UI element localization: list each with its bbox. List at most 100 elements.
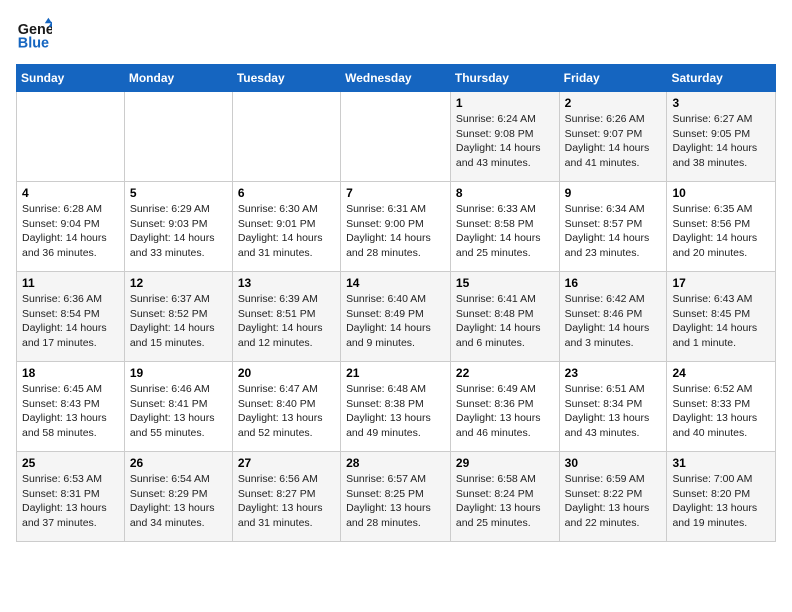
day-of-week-header: Sunday xyxy=(17,65,125,92)
day-number: 9 xyxy=(565,186,662,200)
day-number: 25 xyxy=(22,456,119,470)
calendar-week-row: 1 Sunrise: 6:24 AM Sunset: 9:08 PM Daylig… xyxy=(17,92,776,182)
calendar-week-row: 18 Sunrise: 6:45 AM Sunset: 8:43 PM Dayli… xyxy=(17,362,776,452)
day-of-week-header: Friday xyxy=(559,65,667,92)
day-number: 4 xyxy=(22,186,119,200)
day-number: 11 xyxy=(22,276,119,290)
day-info: Sunrise: 6:37 AM Sunset: 8:52 PM Dayligh… xyxy=(130,292,227,351)
calendar-cell: 29 Sunrise: 6:58 AM Sunset: 8:24 PM Dayli… xyxy=(450,452,559,542)
calendar-cell: 28 Sunrise: 6:57 AM Sunset: 8:25 PM Dayli… xyxy=(341,452,451,542)
day-info: Sunrise: 6:43 AM Sunset: 8:45 PM Dayligh… xyxy=(672,292,770,351)
calendar-cell: 2 Sunrise: 6:26 AM Sunset: 9:07 PM Daylig… xyxy=(559,92,667,182)
day-info: Sunrise: 6:35 AM Sunset: 8:56 PM Dayligh… xyxy=(672,202,770,261)
day-number: 29 xyxy=(456,456,554,470)
day-of-week-header: Tuesday xyxy=(232,65,340,92)
day-info: Sunrise: 7:00 AM Sunset: 8:20 PM Dayligh… xyxy=(672,472,770,531)
day-number: 7 xyxy=(346,186,445,200)
day-number: 23 xyxy=(565,366,662,380)
calendar-cell: 31 Sunrise: 7:00 AM Sunset: 8:20 PM Dayli… xyxy=(667,452,776,542)
calendar-cell xyxy=(124,92,232,182)
day-number: 19 xyxy=(130,366,227,380)
day-info: Sunrise: 6:29 AM Sunset: 9:03 PM Dayligh… xyxy=(130,202,227,261)
day-number: 3 xyxy=(672,96,770,110)
calendar-cell: 4 Sunrise: 6:28 AM Sunset: 9:04 PM Daylig… xyxy=(17,182,125,272)
calendar-cell: 13 Sunrise: 6:39 AM Sunset: 8:51 PM Dayli… xyxy=(232,272,340,362)
day-number: 28 xyxy=(346,456,445,470)
calendar-cell: 19 Sunrise: 6:46 AM Sunset: 8:41 PM Dayli… xyxy=(124,362,232,452)
day-number: 18 xyxy=(22,366,119,380)
calendar-cell: 20Sunrise: 6:47 AM Sunset: 8:40 PM Dayli… xyxy=(232,362,340,452)
calendar-cell: 7Sunrise: 6:31 AM Sunset: 9:00 PM Daylig… xyxy=(341,182,451,272)
day-info: Sunrise: 6:57 AM Sunset: 8:25 PM Dayligh… xyxy=(346,472,445,531)
day-info: Sunrise: 6:56 AM Sunset: 8:27 PM Dayligh… xyxy=(238,472,335,531)
day-info: Sunrise: 6:59 AM Sunset: 8:22 PM Dayligh… xyxy=(565,472,662,531)
day-number: 1 xyxy=(456,96,554,110)
day-info: Sunrise: 6:28 AM Sunset: 9:04 PM Dayligh… xyxy=(22,202,119,261)
day-info: Sunrise: 6:36 AM Sunset: 8:54 PM Dayligh… xyxy=(22,292,119,351)
calendar-cell: 23 Sunrise: 6:51 AM Sunset: 8:34 PM Dayli… xyxy=(559,362,667,452)
day-number: 14 xyxy=(346,276,445,290)
day-info: Sunrise: 6:30 AM Sunset: 9:01 PM Dayligh… xyxy=(238,202,335,261)
calendar-week-row: 4 Sunrise: 6:28 AM Sunset: 9:04 PM Daylig… xyxy=(17,182,776,272)
day-number: 8 xyxy=(456,186,554,200)
day-info: Sunrise: 6:51 AM Sunset: 8:34 PM Dayligh… xyxy=(565,382,662,441)
day-number: 15 xyxy=(456,276,554,290)
day-number: 27 xyxy=(238,456,335,470)
calendar-cell: 22 Sunrise: 6:49 AM Sunset: 8:36 PM Dayli… xyxy=(450,362,559,452)
day-info: Sunrise: 6:26 AM Sunset: 9:07 PM Dayligh… xyxy=(565,112,662,171)
day-number: 21 xyxy=(346,366,445,380)
day-number: 24 xyxy=(672,366,770,380)
day-number: 13 xyxy=(238,276,335,290)
day-number: 22 xyxy=(456,366,554,380)
day-info: Sunrise: 6:34 AM Sunset: 8:57 PM Dayligh… xyxy=(565,202,662,261)
day-number: 5 xyxy=(130,186,227,200)
day-info: Sunrise: 6:53 AM Sunset: 8:31 PM Dayligh… xyxy=(22,472,119,531)
day-info: Sunrise: 6:46 AM Sunset: 8:41 PM Dayligh… xyxy=(130,382,227,441)
calendar-cell: 30Sunrise: 6:59 AM Sunset: 8:22 PM Dayli… xyxy=(559,452,667,542)
svg-text:Blue: Blue xyxy=(18,36,49,52)
day-number: 31 xyxy=(672,456,770,470)
day-number: 17 xyxy=(672,276,770,290)
calendar-cell: 18 Sunrise: 6:45 AM Sunset: 8:43 PM Dayli… xyxy=(17,362,125,452)
day-number: 16 xyxy=(565,276,662,290)
calendar-week-row: 11 Sunrise: 6:36 AM Sunset: 8:54 PM Dayli… xyxy=(17,272,776,362)
day-of-week-header: Monday xyxy=(124,65,232,92)
day-number: 2 xyxy=(565,96,662,110)
calendar-table: SundayMondayTuesdayWednesdayThursdayFrid… xyxy=(16,64,776,542)
day-info: Sunrise: 6:45 AM Sunset: 8:43 PM Dayligh… xyxy=(22,382,119,441)
calendar-cell: 10 Sunrise: 6:35 AM Sunset: 8:56 PM Dayli… xyxy=(667,182,776,272)
calendar-cell: 16 Sunrise: 6:42 AM Sunset: 8:46 PM Dayli… xyxy=(559,272,667,362)
calendar-cell: 12 Sunrise: 6:37 AM Sunset: 8:52 PM Dayli… xyxy=(124,272,232,362)
day-info: Sunrise: 6:40 AM Sunset: 8:49 PM Dayligh… xyxy=(346,292,445,351)
day-info: Sunrise: 6:48 AM Sunset: 8:38 PM Dayligh… xyxy=(346,382,445,441)
page-header: General Blue xyxy=(16,16,776,52)
day-info: Sunrise: 6:39 AM Sunset: 8:51 PM Dayligh… xyxy=(238,292,335,351)
day-info: Sunrise: 6:27 AM Sunset: 9:05 PM Dayligh… xyxy=(672,112,770,171)
logo: General Blue xyxy=(16,16,56,52)
day-info: Sunrise: 6:52 AM Sunset: 8:33 PM Dayligh… xyxy=(672,382,770,441)
day-info: Sunrise: 6:49 AM Sunset: 8:36 PM Dayligh… xyxy=(456,382,554,441)
day-info: Sunrise: 6:33 AM Sunset: 8:58 PM Dayligh… xyxy=(456,202,554,261)
logo-icon: General Blue xyxy=(16,16,52,52)
day-number: 26 xyxy=(130,456,227,470)
day-number: 12 xyxy=(130,276,227,290)
calendar-cell xyxy=(17,92,125,182)
day-number: 10 xyxy=(672,186,770,200)
calendar-cell xyxy=(232,92,340,182)
day-of-week-header: Wednesday xyxy=(341,65,451,92)
calendar-cell: 17 Sunrise: 6:43 AM Sunset: 8:45 PM Dayli… xyxy=(667,272,776,362)
calendar-cell: 9 Sunrise: 6:34 AM Sunset: 8:57 PM Daylig… xyxy=(559,182,667,272)
day-info: Sunrise: 6:24 AM Sunset: 9:08 PM Dayligh… xyxy=(456,112,554,171)
calendar-cell: 27 Sunrise: 6:56 AM Sunset: 8:27 PM Dayli… xyxy=(232,452,340,542)
day-info: Sunrise: 6:42 AM Sunset: 8:46 PM Dayligh… xyxy=(565,292,662,351)
calendar-cell: 1 Sunrise: 6:24 AM Sunset: 9:08 PM Daylig… xyxy=(450,92,559,182)
day-info: Sunrise: 6:54 AM Sunset: 8:29 PM Dayligh… xyxy=(130,472,227,531)
calendar-cell: 3 Sunrise: 6:27 AM Sunset: 9:05 PM Daylig… xyxy=(667,92,776,182)
calendar-cell: 15Sunrise: 6:41 AM Sunset: 8:48 PM Dayli… xyxy=(450,272,559,362)
day-number: 6 xyxy=(238,186,335,200)
day-info: Sunrise: 6:58 AM Sunset: 8:24 PM Dayligh… xyxy=(456,472,554,531)
calendar-cell: 8 Sunrise: 6:33 AM Sunset: 8:58 PM Daylig… xyxy=(450,182,559,272)
day-of-week-header: Saturday xyxy=(667,65,776,92)
calendar-header: SundayMondayTuesdayWednesdayThursdayFrid… xyxy=(17,65,776,92)
calendar-week-row: 25 Sunrise: 6:53 AM Sunset: 8:31 PM Dayli… xyxy=(17,452,776,542)
